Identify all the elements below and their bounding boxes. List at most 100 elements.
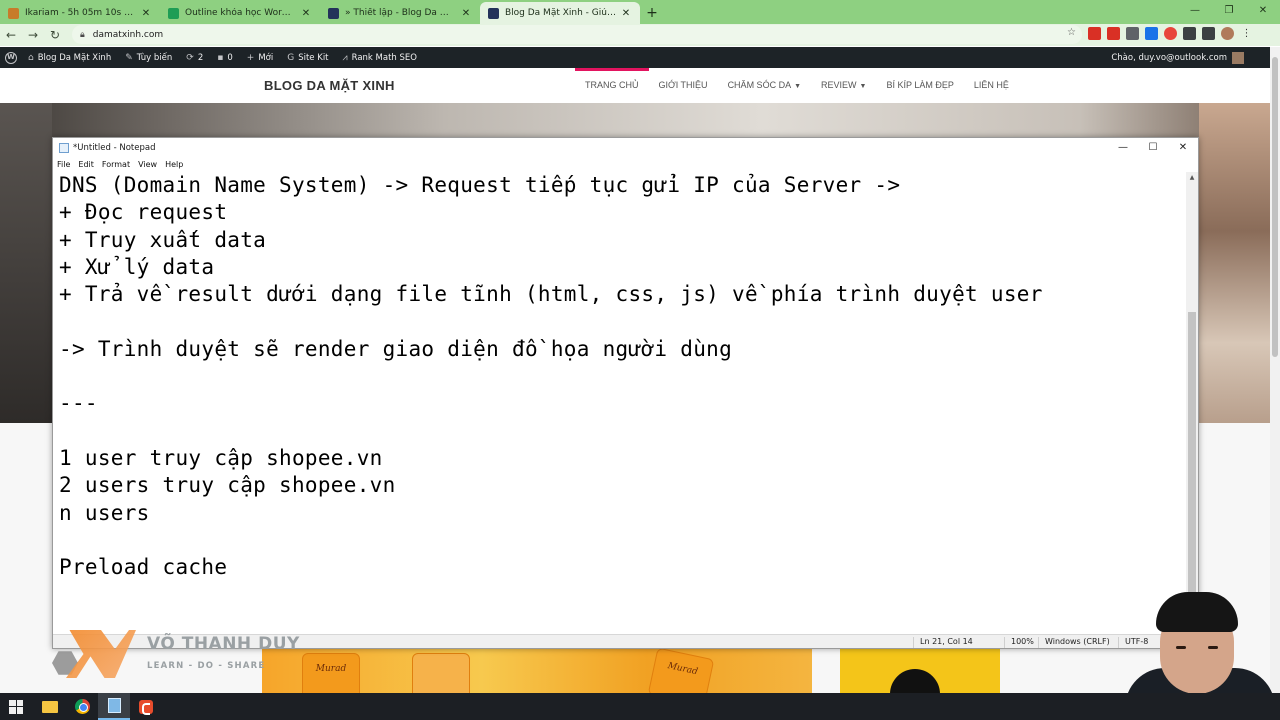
admin-rank-math[interactable]: ⩘ Rank Math SEO: [336, 53, 424, 63]
nav-item[interactable]: BÍ KÍP LÀM ĐẸP: [876, 68, 963, 103]
forward-icon[interactable]: →: [22, 28, 44, 42]
chrome-icon: [74, 699, 90, 714]
puzzle-icon[interactable]: [1183, 27, 1196, 40]
extension-icon[interactable]: [1164, 27, 1177, 40]
favicon-icon: [488, 7, 499, 19]
window-controls: — ❐ ✕: [1178, 0, 1280, 24]
notepad-window-controls: — ☐ ✕: [1108, 138, 1198, 158]
product-bottle: Murad: [647, 647, 715, 693]
browser-tab[interactable]: » Thiết lập - Blog Da Mặt Xinh ... ✕: [320, 2, 480, 24]
close-icon[interactable]: ✕: [1168, 138, 1198, 158]
watermark-logo: VÕ THANH DUY LEARN - DO - SHARE: [52, 628, 312, 683]
admin-comments[interactable]: ▪ 0: [210, 53, 240, 63]
updates-icon: ⟳: [186, 52, 194, 63]
scroll-up-icon[interactable]: ▲: [1186, 172, 1198, 184]
notepad-scrollbar[interactable]: ▲: [1186, 172, 1198, 634]
nav-item[interactable]: REVIEW ▼: [811, 68, 876, 103]
extension-icon[interactable]: [1145, 27, 1158, 40]
nav-label: CHĂM SÓC DA: [727, 80, 792, 90]
favicon-icon: [168, 7, 179, 19]
notepad-titlebar[interactable]: *Untitled - Notepad — ☐ ✕: [53, 138, 1198, 158]
rank-math-icon: ⩘: [342, 52, 348, 63]
back-icon[interactable]: ←: [0, 28, 22, 42]
close-icon[interactable]: ✕: [300, 8, 312, 19]
text-line: [59, 527, 1185, 554]
tab-title: » Thiết lập - Blog Da Mặt Xinh ...: [345, 8, 456, 18]
admin-new[interactable]: + Mới: [240, 53, 280, 63]
profile-avatar[interactable]: [1221, 27, 1234, 40]
product-card-image[interactable]: [840, 647, 1000, 699]
brush-icon: ✎: [125, 52, 133, 63]
taskbar-file-explorer[interactable]: [34, 693, 66, 720]
caret-down-icon: ▼: [794, 83, 802, 90]
nav-item[interactable]: GIỚI THIỆU: [649, 68, 718, 103]
notepad-menubar: File Edit Format View Help: [53, 158, 1198, 172]
avatar: [1232, 51, 1244, 64]
start-button[interactable]: [0, 693, 32, 720]
extension-icon[interactable]: [1088, 27, 1101, 40]
text-line: + Truy xuất data: [59, 227, 267, 252]
taskbar-notepad[interactable]: [98, 693, 130, 720]
menu-dots-icon[interactable]: ⋮: [1240, 27, 1253, 40]
watermark-tagline: LEARN - DO - SHARE: [147, 661, 266, 671]
site-header: BLOG DA MẶT XINH TRANG CHỦ GIỚI THIỆU CHĂM…: [0, 68, 1270, 103]
text-line: -> Trình duyệt sẽ render giao diện đồ họ…: [59, 336, 733, 361]
lock-icon[interactable]: 🔒︎: [80, 30, 85, 40]
admin-site-name[interactable]: ⌂ Blog Da Mặt Xinh: [21, 53, 118, 63]
nav-item[interactable]: CHĂM SÓC DA ▼: [718, 68, 811, 103]
reload-icon[interactable]: ↻: [44, 28, 66, 42]
scrollbar-thumb[interactable]: [1188, 312, 1196, 632]
home-icon: ⌂: [28, 52, 34, 63]
maximize-icon[interactable]: ❐: [1212, 0, 1246, 24]
nav-item[interactable]: TRANG CHỦ: [575, 68, 649, 103]
close-icon[interactable]: ✕: [1246, 0, 1280, 24]
status-line-ending: Windows (CRLF): [1038, 637, 1110, 648]
notepad-title: *Untitled - Notepad: [73, 143, 156, 153]
admin-site-kit[interactable]: G Site Kit: [280, 53, 335, 63]
address-bar[interactable]: 🔒︎ damatxinh.com ☆: [72, 25, 1082, 44]
text-line: + Đọc request: [59, 200, 228, 225]
text-line: + Trả về result dưới dạng file tĩnh (htm…: [59, 282, 1043, 307]
coccoc-icon: [139, 699, 153, 715]
menu-item[interactable]: Format: [102, 158, 130, 172]
maximize-icon[interactable]: ☐: [1138, 138, 1168, 158]
taskbar-chrome[interactable]: [66, 693, 98, 720]
admin-updates[interactable]: ⟳ 2: [179, 53, 210, 63]
tab-title: Blog Da Mặt Xinh - Giúp bạn chỉ...: [505, 8, 616, 18]
new-tab-button[interactable]: +: [640, 2, 664, 24]
taskbar-coccoc[interactable]: [130, 693, 162, 720]
wp-admin-bar: W ⌂ Blog Da Mặt Xinh ✎ Tùy biến ⟳ 2 ▪ 0 + Mới…: [0, 47, 1280, 68]
close-icon[interactable]: ✕: [460, 8, 472, 19]
admin-account[interactable]: Chào, duy.vo@outlook.com: [1111, 47, 1244, 68]
extensions-area: ⋮: [1088, 27, 1253, 40]
nav-label: REVIEW: [821, 80, 857, 90]
site-brand[interactable]: BLOG DA MẶT XINH: [264, 78, 395, 93]
menu-item[interactable]: View: [138, 158, 157, 172]
minimize-icon[interactable]: —: [1108, 138, 1138, 158]
status-zoom: 100%: [1004, 637, 1034, 648]
close-icon[interactable]: ✕: [620, 8, 632, 19]
watermark-name: VÕ THANH DUY: [147, 634, 300, 654]
wordpress-icon[interactable]: W: [5, 51, 17, 64]
hero-banner-left: [0, 103, 52, 423]
nav-item[interactable]: LIÊN HỆ: [964, 68, 1019, 103]
favicon-icon: [8, 7, 19, 19]
notepad-icon: [107, 698, 121, 713]
sidepanel-icon[interactable]: [1202, 27, 1215, 40]
menu-item[interactable]: Help: [165, 158, 183, 172]
extension-icon[interactable]: [1107, 27, 1120, 40]
minimize-icon[interactable]: —: [1178, 0, 1212, 24]
close-icon[interactable]: ✕: [140, 8, 152, 19]
admin-customize[interactable]: ✎ Tùy biến: [118, 53, 179, 63]
menu-item[interactable]: File: [57, 158, 70, 172]
browser-tab[interactable]: Ikariam - 5h 05m 10s - World Al... ✕: [0, 2, 160, 24]
bookmark-star-icon[interactable]: ☆: [1067, 27, 1076, 38]
site-nav: TRANG CHỦ GIỚI THIỆU CHĂM SÓC DA ▼ REVIEW ▼ BÍ…: [575, 68, 1019, 103]
menu-item[interactable]: Edit: [78, 158, 94, 172]
browser-tab[interactable]: Blog Da Mặt Xinh - Giúp bạn chỉ... ✕: [480, 2, 640, 24]
scrollbar-thumb[interactable]: [1272, 57, 1278, 357]
browser-tab[interactable]: Outline khóa học WordPress All... ✕: [160, 2, 320, 24]
notepad-text-area[interactable]: DNS (Domain Name System) -> Request tiếp…: [59, 172, 1185, 632]
extension-icon[interactable]: [1126, 27, 1139, 40]
product-card-image[interactable]: Murad Murad: [262, 647, 812, 693]
